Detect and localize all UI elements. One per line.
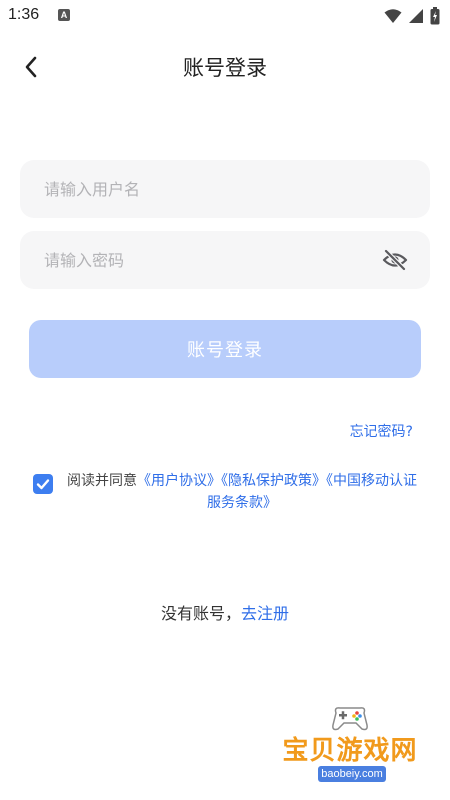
watermark: 宝贝游戏网 baobeiy.com <box>270 700 430 795</box>
privacy-policy-link[interactable]: 《隐私保护政策》 <box>221 473 326 489</box>
username-input[interactable] <box>20 160 430 218</box>
gamepad-icon <box>332 707 368 731</box>
signal-icon <box>409 9 423 23</box>
agreement-checkbox[interactable] <box>33 474 53 494</box>
password-input[interactable] <box>20 231 430 289</box>
username-field[interactable] <box>20 160 430 218</box>
page-title: 账号登录 <box>183 56 267 80</box>
forgot-password-link[interactable]: 忘记密码? <box>350 421 413 441</box>
status-bar: 1:36 A <box>0 0 450 32</box>
register-row: 没有账号，去注册 <box>0 600 450 624</box>
agreement: 阅读并同意《用户协议》《隐私保护政策》《中国移动认证服务条款》 <box>33 470 423 514</box>
eye-off-icon[interactable] <box>382 248 408 272</box>
battery-icon <box>430 7 440 25</box>
wifi-icon <box>384 9 402 23</box>
agreement-prefix: 阅读并同意 <box>67 473 137 489</box>
register-link[interactable]: 去注册 <box>241 604 289 623</box>
check-icon <box>36 479 50 490</box>
header: 账号登录 <box>0 40 450 94</box>
watermark-brand: 宝贝游戏网 <box>282 736 418 766</box>
status-time: 1:36 <box>8 6 40 23</box>
watermark-url: baobeiy.com <box>318 766 386 782</box>
login-button[interactable]: 账号登录 <box>29 320 421 378</box>
agreement-text: 阅读并同意《用户协议》《隐私保护政策》《中国移动认证服务条款》 <box>61 470 423 514</box>
user-agreement-link[interactable]: 《用户协议》 <box>137 473 221 489</box>
register-prompt: 没有账号， <box>160 604 241 623</box>
notification-icon: A <box>58 9 70 21</box>
status-icons <box>384 6 440 26</box>
password-field[interactable] <box>20 231 430 289</box>
